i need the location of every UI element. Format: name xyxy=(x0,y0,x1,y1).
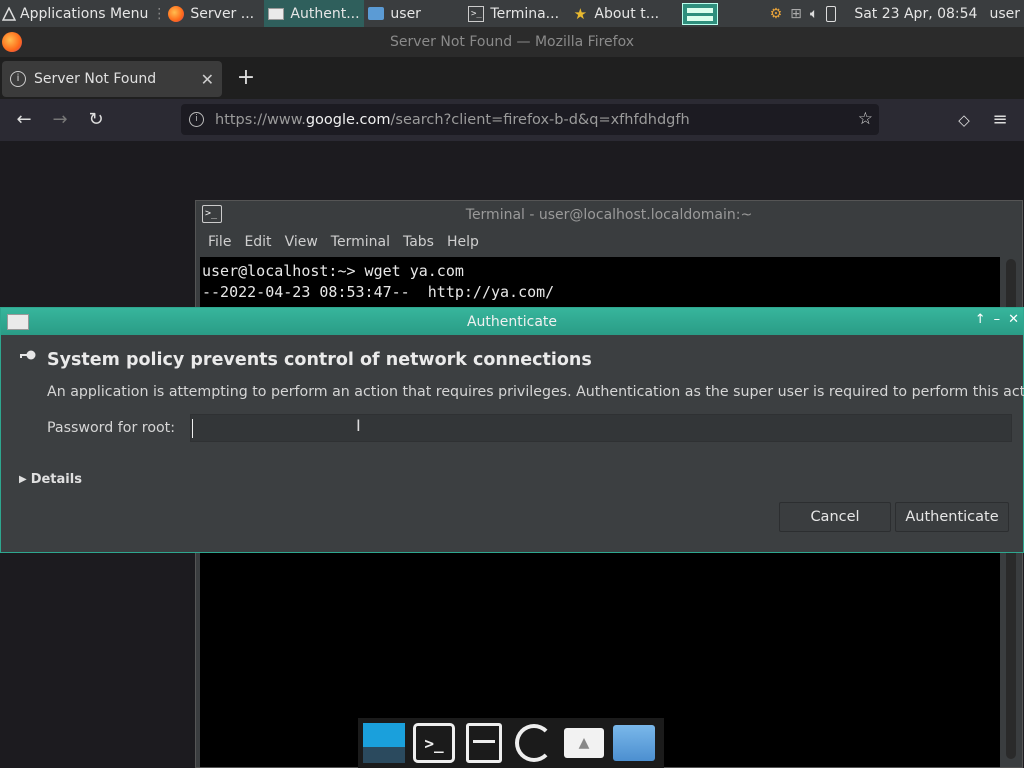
firefox-titlebar: Server Not Found — Mozilla Firefox xyxy=(0,27,1024,57)
window-icon xyxy=(7,314,29,330)
taskbar-item-about[interactable]: ★ About t... xyxy=(568,0,672,27)
taskbar-item-label: Termina... xyxy=(490,5,560,22)
user-menu[interactable]: user xyxy=(989,6,1020,22)
terminal-line: --2022-04-23 08:53:47-- http://ya.com/ xyxy=(202,283,555,301)
taskbar-item-terminal[interactable]: >_ Termina... xyxy=(464,0,568,27)
terminal-window-icon: >_ xyxy=(202,205,222,223)
taskbar-item-label: Authent... xyxy=(290,5,360,22)
applications-menu-label: Applications Menu xyxy=(20,5,149,22)
expand-arrow-icon: ▶ xyxy=(19,474,27,485)
minimize-icon[interactable]: – xyxy=(994,312,1001,327)
workspace-icon xyxy=(682,2,719,25)
firefox-logo-icon xyxy=(2,32,22,52)
dock-terminal[interactable]: >_ xyxy=(412,721,456,765)
battery-icon[interactable] xyxy=(826,5,837,22)
firefox-window-title: Server Not Found — Mozilla Firefox xyxy=(389,34,634,50)
dock-show-desktop[interactable] xyxy=(362,721,406,765)
password-label: Password for root: xyxy=(47,420,176,436)
dialog-description: An application is attempting to perform … xyxy=(47,384,1024,400)
menu-terminal[interactable]: Terminal xyxy=(327,234,399,250)
tab-title: Server Not Found xyxy=(34,71,157,87)
taskbar-item-firefox[interactable]: Server ... xyxy=(164,0,264,27)
menu-tabs[interactable]: Tabs xyxy=(399,234,443,250)
dock-file-cabinet[interactable] xyxy=(462,721,506,765)
dock-files[interactable] xyxy=(612,721,656,765)
browser-icon xyxy=(515,724,553,762)
dock: >_ ▲ xyxy=(358,718,664,768)
dialog-heading: System policy prevents control of networ… xyxy=(47,350,592,370)
password-field[interactable] xyxy=(190,414,1012,442)
info-icon: i xyxy=(10,71,26,87)
hamburger-menu-icon[interactable]: ≡ xyxy=(989,109,1011,131)
menu-help[interactable]: Help xyxy=(443,234,488,250)
dock-app-finder[interactable]: ▲ xyxy=(562,721,606,765)
reload-button[interactable]: ↻ xyxy=(85,109,107,131)
details-expander[interactable]: ▶ Details xyxy=(19,472,82,487)
taskbar-item-label: About t... xyxy=(594,5,660,22)
terminal-icon: >_ xyxy=(468,5,485,22)
terminal-title: Terminal - user@localhost.localdomain:~ xyxy=(465,206,753,223)
pocket-icon[interactable]: ◇ xyxy=(953,109,975,131)
network-icon[interactable]: ⊞ xyxy=(790,6,802,22)
taskbar-item-user-folder[interactable]: user xyxy=(364,0,464,27)
top-panel: Applications Menu ⋮ Server ... Authent..… xyxy=(0,0,1024,27)
file-cabinet-icon xyxy=(466,723,502,763)
keep-above-icon[interactable]: ↑ xyxy=(975,312,986,327)
url-path: /search?client=firefox-b-d&q=xfhfdhdgfh xyxy=(390,111,690,128)
terminal-icon: >_ xyxy=(413,723,455,763)
close-icon[interactable]: ✕ xyxy=(1008,312,1019,327)
menu-file[interactable]: File xyxy=(204,234,240,250)
url-domain: google.com xyxy=(305,111,391,128)
window-controls: ↑ – ✕ xyxy=(975,312,1019,327)
terminal-menubar: File Edit View Terminal Tabs Help xyxy=(196,228,1022,256)
url-prefix: https://www. xyxy=(215,111,306,128)
key-icon xyxy=(20,350,36,360)
taskbar-item-authenticate[interactable]: Authent... xyxy=(264,0,365,27)
star-icon: ★ xyxy=(573,4,588,23)
taskbar-item-label: Server ... xyxy=(190,5,255,22)
menu-view[interactable]: View xyxy=(281,234,327,250)
applications-menu-icon xyxy=(2,6,16,22)
authenticate-button[interactable]: Authenticate xyxy=(895,502,1009,532)
forward-button[interactable]: → xyxy=(49,109,71,131)
dialog-titlebar[interactable]: Authenticate ↑ – ✕ xyxy=(1,308,1023,335)
url-bar[interactable]: i https://www. google.com/search?client=f… xyxy=(181,104,879,135)
desktop-icon xyxy=(363,723,405,763)
workspace-switcher[interactable] xyxy=(678,0,722,27)
terminal-titlebar[interactable]: >_ Terminal - user@localhost.localdomain… xyxy=(196,201,1022,228)
window-icon xyxy=(268,7,285,20)
firefox-icon xyxy=(168,5,185,22)
firefox-navbar: ← → ↻ i https://www. google.com/search?cl… xyxy=(0,99,1024,141)
taskbar-item-label: user xyxy=(390,5,421,22)
cancel-button[interactable]: Cancel xyxy=(779,502,891,532)
volume-icon[interactable]: 🔈︎ xyxy=(810,6,818,22)
bookmark-star-icon[interactable]: ☆ xyxy=(858,109,873,129)
menu-edit[interactable]: Edit xyxy=(240,234,280,250)
updater-icon[interactable]: ⚙ xyxy=(770,6,783,22)
dock-browser[interactable] xyxy=(512,721,556,765)
clock[interactable]: Sat 23 Apr, 08:54 xyxy=(854,6,977,22)
firefox-tabstrip: i Server Not Found ✕ + xyxy=(0,57,1024,99)
text-caret xyxy=(192,419,193,438)
tab-server-not-found[interactable]: i Server Not Found ✕ xyxy=(2,61,222,97)
details-label: Details xyxy=(30,472,82,487)
folder-icon xyxy=(613,725,655,761)
terminal-line: user@localhost:~> wget ya.com xyxy=(202,262,464,280)
dialog-title: Authenticate xyxy=(466,313,558,330)
new-tab-button[interactable]: + xyxy=(234,65,258,91)
ibeam-cursor-icon: I xyxy=(356,416,361,435)
applications-menu-button[interactable]: Applications Menu ⋮ xyxy=(0,0,164,27)
home-folder-icon xyxy=(368,7,385,20)
system-tray: ⚙ ⊞ 🔈︎ Sat 23 Apr, 08:54 user xyxy=(770,0,1024,27)
close-tab-icon[interactable]: ✕ xyxy=(201,70,214,89)
site-info-icon[interactable]: i xyxy=(189,112,204,127)
back-button[interactable]: ← xyxy=(13,109,35,131)
app-finder-icon: ▲ xyxy=(564,728,604,758)
authenticate-dialog: Authenticate ↑ – ✕ System policy prevent… xyxy=(0,307,1024,553)
